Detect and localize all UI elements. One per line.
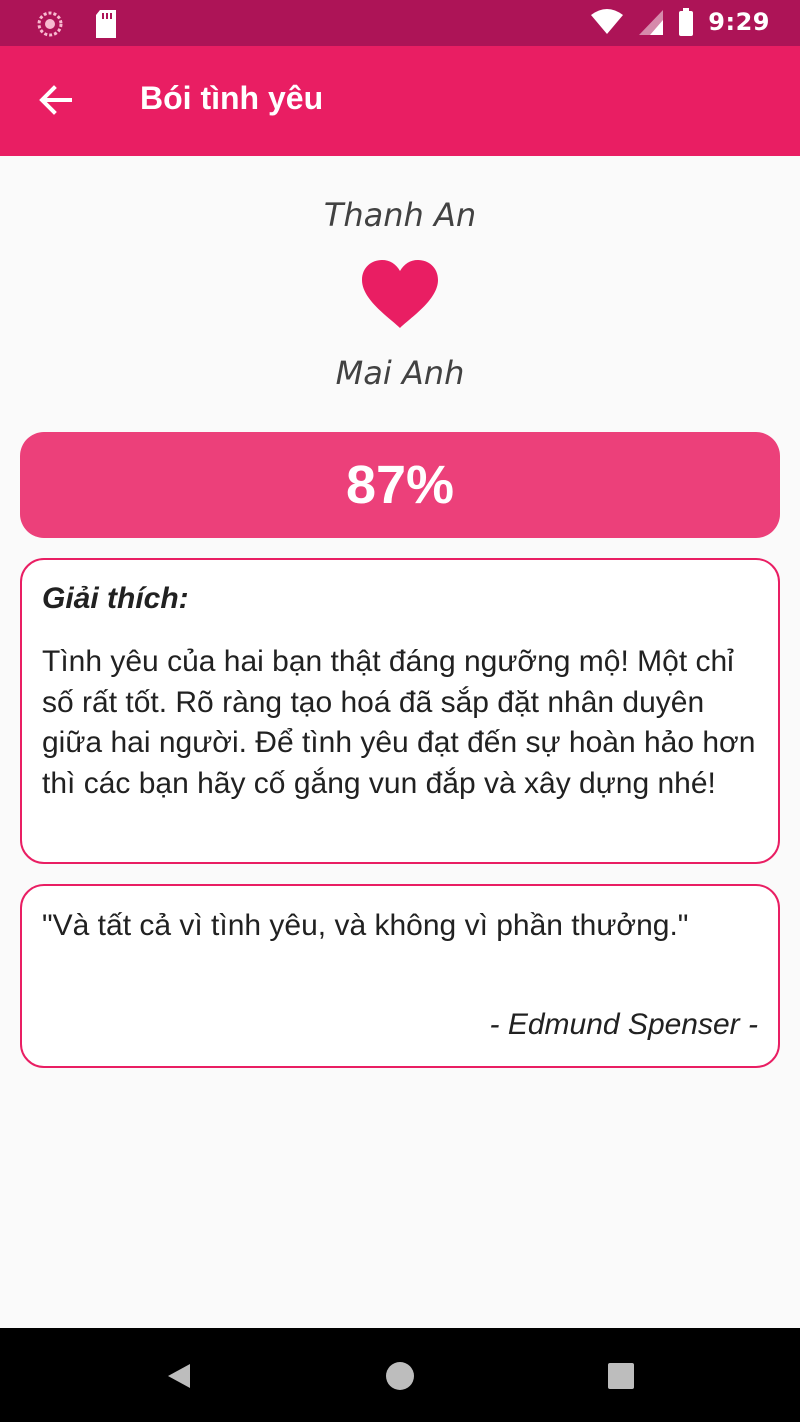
sd-card-icon — [96, 10, 116, 38]
back-button[interactable] — [30, 76, 80, 126]
explanation-heading: Giải thích: — [42, 582, 189, 615]
explanation-card: Giải thích: Tình yêu của hai bạn thật đá… — [20, 558, 780, 864]
quote-author: - Edmund Spenser - — [489, 1008, 758, 1041]
status-time: 9:29 — [708, 8, 770, 36]
quote-text: "Và tất cả vì tình yêu, và không vì phần… — [42, 909, 689, 942]
quote-card: "Và tất cả vì tình yêu, và không vì phần… — [20, 884, 780, 1068]
wifi-icon — [591, 9, 624, 34]
result-content: Thanh An Mai Anh 87% Giải thích: Tình yê… — [0, 156, 800, 1328]
app-bar: Bói tình yêu — [0, 46, 800, 156]
first-name-label: Thanh An — [323, 196, 477, 234]
nav-home-icon[interactable] — [386, 1362, 414, 1390]
nav-back-icon[interactable] — [166, 1362, 192, 1390]
battery-icon — [679, 8, 694, 36]
nav-recents-icon[interactable] — [608, 1363, 634, 1389]
love-percent-badge: 87% — [20, 432, 780, 538]
page-title: Bói tình yêu — [140, 80, 324, 116]
signal-icon — [639, 10, 664, 35]
heart-icon — [362, 260, 438, 328]
navigation-bar — [0, 1328, 800, 1422]
second-name-label: Mai Anh — [335, 354, 465, 392]
status-bar: 9:29 — [0, 0, 800, 46]
sync-icon — [37, 11, 63, 37]
arrow-back-icon — [39, 85, 72, 115]
explanation-text: Tình yêu của hai bạn thật đáng ngưỡng mộ… — [42, 645, 756, 800]
